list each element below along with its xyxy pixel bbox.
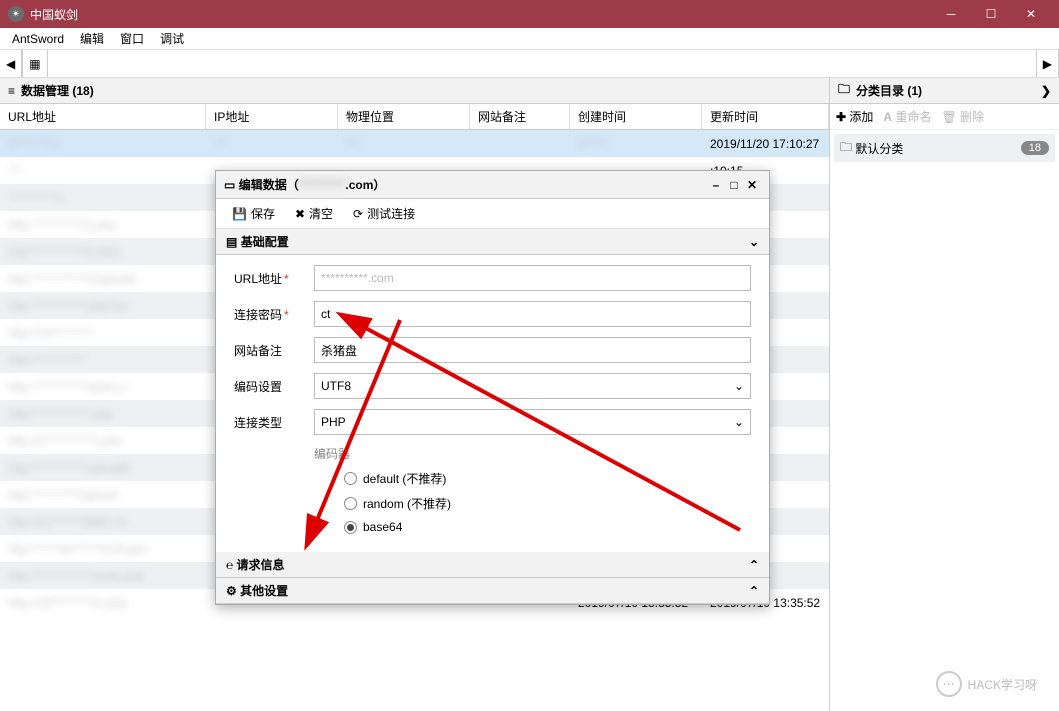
- section-request[interactable]: ℮ 请求信息 ⌃: [216, 552, 769, 578]
- gear-icon: ⚙: [226, 584, 237, 598]
- dialog-title-mask: **********: [299, 178, 346, 192]
- window-titlebar: ✴ 中国蚁剑 ─ ☐ ✕: [0, 0, 1059, 28]
- menu-debug[interactable]: 调试: [152, 28, 192, 49]
- test-button[interactable]: ⟳测试连接: [343, 202, 425, 225]
- encoder-label: 编码器: [314, 445, 751, 462]
- col-url[interactable]: URL地址: [0, 104, 206, 129]
- dialog-title-domain: .com）: [345, 176, 385, 193]
- folder-icon: 🗀: [838, 80, 850, 101]
- label-note: 网站备注: [234, 342, 314, 359]
- section-base[interactable]: ▤ 基础配置 ⌄: [216, 229, 769, 255]
- dialog-body: URL地址* 连接密码* 网站备注 编码设置 UTF8⌄ 连接类型 PHP⌄ 编…: [216, 255, 769, 552]
- col-updated[interactable]: 更新时间: [702, 104, 829, 129]
- app-icon: ✴: [8, 6, 24, 22]
- category-panel: 🗀 分类目录 (1) ❯ ✚ 添加 A 重命名 🗑 删除 🗀 默认分类 18: [830, 78, 1059, 711]
- type-select[interactable]: PHP⌄: [314, 409, 751, 435]
- chevron-up-icon: ⌃: [749, 558, 759, 572]
- minimize-button[interactable]: ─: [931, 0, 971, 28]
- watermark: ⋯ HACK学习呀: [936, 671, 1037, 697]
- doc-icon: ▤: [226, 235, 237, 249]
- menu-antsword[interactable]: AntSword: [4, 30, 72, 48]
- toolbar-prev[interactable]: ◀: [0, 50, 22, 77]
- category-name: 默认分类: [855, 140, 903, 157]
- category-panel-title: 分类目录 (1): [856, 82, 922, 99]
- label-encoding: 编码设置: [234, 378, 314, 395]
- category-list: 🗀 默认分类 18: [830, 130, 1059, 711]
- chevron-down-icon: ⌄: [734, 415, 744, 429]
- maximize-button[interactable]: ☐: [971, 0, 1011, 28]
- save-button[interactable]: 💾保存: [222, 202, 285, 225]
- chevron-down-icon: ⌄: [749, 235, 759, 249]
- category-actions: ✚ 添加 A 重命名 🗑 删除: [830, 104, 1059, 130]
- col-ip[interactable]: IP地址: [206, 104, 338, 129]
- window-icon: ▭: [224, 178, 235, 192]
- dialog-title-prefix: 编辑数据（: [239, 176, 299, 193]
- menubar: AntSword 编辑 窗口 调试: [0, 28, 1059, 50]
- col-loc[interactable]: 物理位置: [338, 104, 470, 129]
- dialog-minimize[interactable]: –: [707, 178, 725, 192]
- delete-category: 🗑 删除: [941, 108, 984, 125]
- dialog-maximize[interactable]: □: [725, 178, 743, 192]
- window-title: 中国蚁剑: [30, 6, 931, 23]
- col-note[interactable]: 网站备注: [470, 104, 570, 129]
- label-type: 连接类型: [234, 414, 314, 431]
- clear-button[interactable]: ✖清空: [285, 202, 343, 225]
- dialog-toolbar: 💾保存 ✖清空 ⟳测试连接: [216, 199, 769, 229]
- close-button[interactable]: ✕: [1011, 0, 1051, 28]
- data-panel-header: ≡ 数据管理 (18): [0, 78, 829, 104]
- save-icon: 💾: [232, 207, 247, 221]
- dialog-titlebar[interactable]: ▭ 编辑数据（ ********** .com） – □ ✕: [216, 171, 769, 199]
- rename-category: A 重命名: [883, 108, 931, 125]
- chevron-down-icon: ⌄: [734, 379, 744, 393]
- menu-edit[interactable]: 编辑: [72, 28, 112, 49]
- radio-base64[interactable]: base64: [344, 520, 751, 534]
- loading-icon: ⟳: [353, 207, 363, 221]
- radio-random[interactable]: random (不推荐): [344, 495, 751, 512]
- note-input[interactable]: [314, 337, 751, 363]
- menu-window[interactable]: 窗口: [112, 28, 152, 49]
- table-header: URL地址 IP地址 物理位置 网站备注 创建时间 更新时间: [0, 104, 829, 130]
- category-item[interactable]: 🗀 默认分类 18: [834, 134, 1055, 162]
- url-input[interactable]: [314, 265, 751, 291]
- encoder-radios: default (不推荐) random (不推荐) base64: [344, 470, 751, 534]
- table-row[interactable]: h********n******2*****2019/11/20 17:10:2…: [0, 130, 829, 157]
- clear-icon: ✖: [295, 207, 305, 221]
- wechat-icon: ⋯: [936, 671, 962, 697]
- dialog-close[interactable]: ✕: [743, 178, 761, 192]
- category-count: 18: [1021, 141, 1049, 155]
- section-other[interactable]: ⚙ 其他设置 ⌃: [216, 578, 769, 604]
- label-url: URL地址*: [234, 270, 314, 287]
- add-category[interactable]: ✚ 添加: [836, 108, 873, 125]
- globe-icon: ℮: [226, 558, 233, 572]
- edit-dialog: ▭ 编辑数据（ ********** .com） – □ ✕ 💾保存 ✖清空 ⟳…: [215, 170, 770, 605]
- col-created[interactable]: 创建时间: [570, 104, 702, 129]
- encoding-select[interactable]: UTF8⌄: [314, 373, 751, 399]
- list-icon: ≡: [8, 84, 15, 98]
- toolbar-next[interactable]: ▶: [1036, 50, 1059, 77]
- collapse-icon[interactable]: ❯: [1041, 84, 1051, 98]
- toolbar-grid-icon[interactable]: ▦: [22, 50, 47, 77]
- password-input[interactable]: [314, 301, 751, 327]
- data-panel-title: 数据管理 (18): [21, 82, 94, 99]
- folder-open-icon: 🗀: [840, 138, 852, 159]
- toolbar: ◀ ▦ ▶: [0, 50, 1059, 78]
- label-password: 连接密码*: [234, 306, 314, 323]
- chevron-up-icon: ⌃: [749, 584, 759, 598]
- category-panel-header: 🗀 分类目录 (1) ❯: [830, 78, 1059, 104]
- radio-default[interactable]: default (不推荐): [344, 470, 751, 487]
